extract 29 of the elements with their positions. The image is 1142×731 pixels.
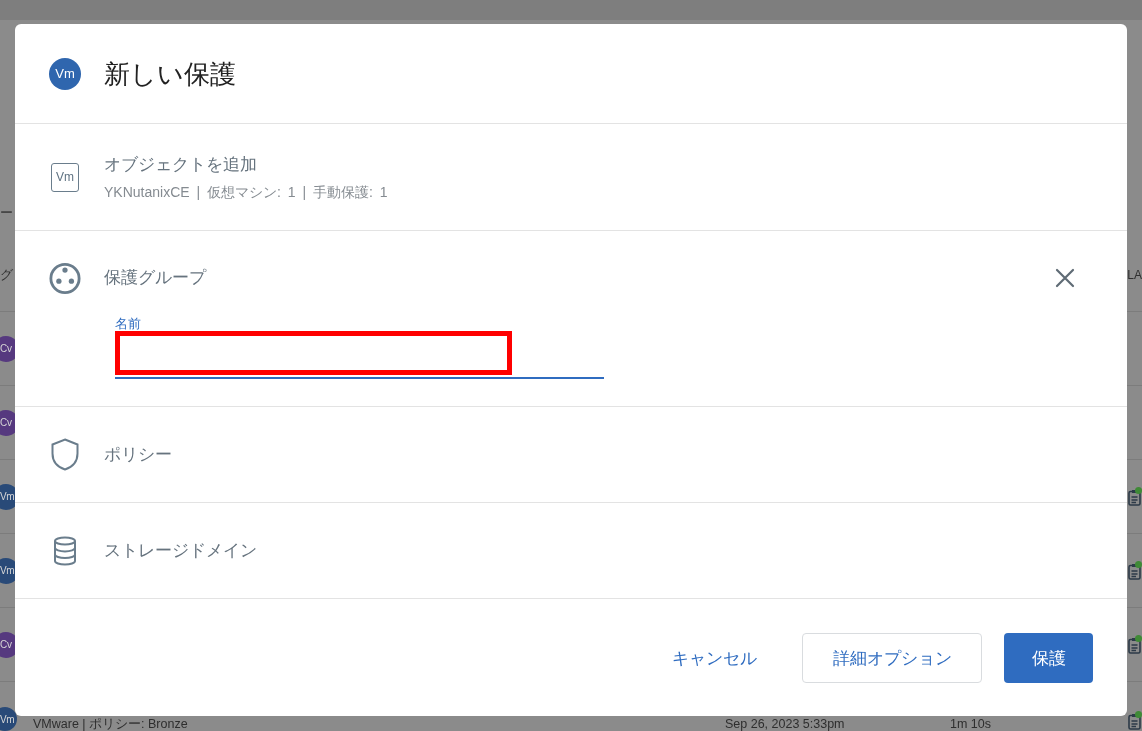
options-button[interactable]: 詳細オプション — [802, 633, 982, 683]
clipboard-icon — [1128, 562, 1141, 580]
protect-button[interactable]: 保護 — [1004, 633, 1093, 683]
row-date: Sep 26, 2023 5:33pm — [725, 717, 846, 731]
clipboard-icon — [1128, 713, 1141, 730]
name-input[interactable] — [115, 333, 604, 379]
avatar: Vm — [0, 707, 17, 731]
header-fragment: ー — [0, 205, 13, 221]
close-icon — [1055, 268, 1075, 288]
section-title: 保護グループ — [104, 267, 206, 289]
section-title: ストレージドメイン — [104, 539, 257, 562]
cancel-button[interactable]: キャンセル — [660, 633, 769, 683]
section-summary: YKNutanixCE | 仮想マシン: 1 | 手動保護: 1 — [104, 182, 388, 202]
shield-icon — [51, 438, 79, 471]
clipboard-icon — [1128, 636, 1141, 654]
row-duration: 1m 10s — [950, 717, 992, 731]
section-title: オブジェクトを追加 — [104, 153, 258, 176]
dialog-title: 新しい保護 — [104, 57, 236, 90]
field-label: 名前 — [115, 316, 141, 332]
avatar: Vm — [49, 57, 81, 90]
object-type-tag: Vm — [51, 162, 79, 192]
row-summary: VMware | ポリシー: Bronze — [33, 717, 189, 731]
database-icon — [53, 535, 77, 566]
section-title: ポリシー — [104, 443, 172, 466]
clipboard-icon — [1128, 488, 1141, 506]
column-header: グ — [0, 267, 13, 283]
three-dot-circle-icon — [49, 261, 81, 295]
close-button[interactable] — [1054, 267, 1076, 289]
column-header: LA — [1127, 267, 1142, 283]
